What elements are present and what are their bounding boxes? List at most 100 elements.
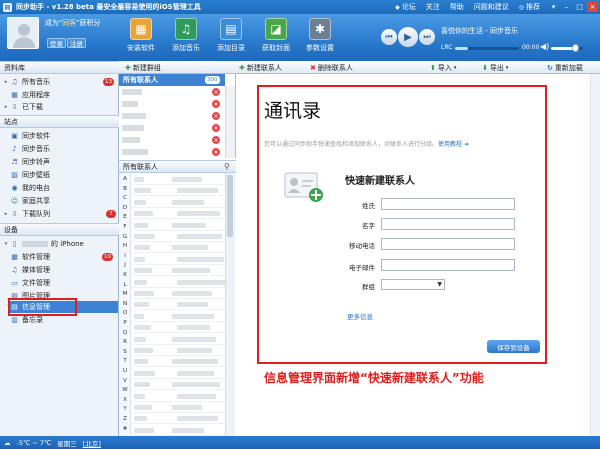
save-to-device-button[interactable]: 保存到设备	[487, 340, 540, 353]
alpha-index-V[interactable]: V	[119, 378, 131, 384]
alpha-index-F[interactable]: F	[119, 224, 131, 230]
more-info-link[interactable]: 更多信息	[347, 311, 373, 321]
remove-group-icon[interactable]: ×	[212, 136, 220, 144]
sidebar-item-family-share[interactable]: ☺ 家庭共享	[2, 195, 117, 207]
export-button[interactable]: ⬇ 导出 ▾	[482, 61, 508, 74]
recommend-link[interactable]: ◎ 推荐	[519, 2, 540, 12]
sidebar-item-apps[interactable]: ▦ 应用程序	[2, 89, 117, 101]
contact-row[interactable]	[132, 220, 225, 231]
contact-row[interactable]	[132, 391, 225, 402]
contact-row[interactable]	[132, 254, 225, 265]
alpha-index-K[interactable]: K	[119, 272, 131, 278]
contact-row[interactable]	[132, 402, 225, 413]
alpha-index-I[interactable]: I	[119, 253, 131, 259]
contact-row[interactable]	[132, 413, 225, 425]
contact-row[interactable]	[132, 425, 225, 436]
volume-knob[interactable]	[572, 44, 579, 52]
contact-row[interactable]	[132, 265, 225, 277]
group-row[interactable]: ×	[119, 110, 225, 122]
alpha-index-M[interactable]: M	[119, 291, 131, 297]
contacts-scroll-thumb[interactable]	[227, 175, 233, 237]
alpha-index-E[interactable]: E	[119, 214, 131, 220]
login-button[interactable]: 登录	[47, 38, 66, 48]
new-contact-button[interactable]: ✚ 新建联系人	[239, 61, 282, 74]
contact-row[interactable]	[132, 311, 225, 322]
alpha-index-N[interactable]: N	[119, 301, 131, 307]
group-row[interactable]: ×	[119, 146, 225, 158]
remove-group-icon[interactable]: ×	[212, 124, 220, 132]
alpha-index-#[interactable]: #	[119, 426, 131, 432]
alpha-index-X[interactable]: X	[119, 397, 131, 403]
play-icon[interactable]: ▶	[398, 27, 418, 47]
contact-row[interactable]	[132, 356, 225, 368]
alpha-index-L[interactable]: L	[119, 282, 131, 288]
alpha-index-S[interactable]: S	[119, 349, 131, 355]
sidebar-item-sync-music[interactable]: ♪ 同步音乐	[2, 143, 117, 155]
contact-row[interactable]	[132, 345, 225, 356]
group-row[interactable]: ×	[119, 122, 225, 134]
alpha-index-A[interactable]: A	[119, 176, 131, 182]
contact-row[interactable]	[132, 368, 225, 379]
alpha-index-G[interactable]: G	[119, 234, 131, 240]
city-link[interactable]: [北京]	[83, 438, 101, 448]
group-row[interactable]: ×	[119, 86, 225, 98]
contact-row[interactable]	[132, 185, 225, 197]
contact-row[interactable]	[132, 379, 225, 391]
contact-row[interactable]	[132, 197, 225, 208]
close-icon[interactable]: ×	[587, 2, 598, 12]
forum-link[interactable]: ◆ 论坛	[395, 2, 416, 12]
alpha-index-R[interactable]: R	[119, 339, 131, 345]
sidebar-item-download-queue[interactable]: ▸ ⇩ 下载队列	[2, 208, 117, 220]
group-select[interactable]: ▼	[381, 279, 445, 290]
contact-row[interactable]	[132, 334, 225, 345]
main-scrollbar[interactable]	[590, 74, 600, 436]
remove-group-icon[interactable]: ×	[212, 112, 220, 120]
import-button[interactable]: ⬆ 导入 ▾	[430, 61, 456, 74]
remove-group-icon[interactable]: ×	[212, 100, 220, 108]
remove-group-icon[interactable]: ×	[212, 148, 220, 156]
menu-icon[interactable]: ▾	[548, 2, 559, 12]
contact-row[interactable]	[132, 288, 225, 299]
contact-row[interactable]	[132, 231, 225, 242]
avatar[interactable]	[7, 17, 39, 49]
next-track-icon[interactable]: ⏭	[419, 29, 435, 45]
search-icon[interactable]: ⚲	[224, 162, 230, 171]
contact-row[interactable]	[132, 322, 225, 334]
alpha-index-P[interactable]: P	[119, 320, 131, 326]
firstname-input[interactable]	[381, 218, 515, 230]
alpha-index-U[interactable]: U	[119, 368, 131, 374]
minimize-icon[interactable]: –	[561, 2, 572, 12]
register-button[interactable]: 注册	[67, 38, 86, 48]
alpha-index-W[interactable]: W	[119, 387, 131, 393]
alpha-index-Z[interactable]: Z	[119, 416, 131, 422]
alpha-index-H[interactable]: H	[119, 243, 131, 249]
contact-row[interactable]	[132, 208, 225, 220]
alpha-index-B[interactable]: B	[119, 186, 131, 192]
remove-group-icon[interactable]: ×	[212, 88, 220, 96]
settings-button[interactable]: ✱ 参数设置	[294, 18, 346, 58]
sidebar-item-media-manage[interactable]: ♫ 媒体管理	[10, 264, 117, 276]
contact-row[interactable]	[132, 242, 225, 254]
group-row[interactable]: ×	[119, 134, 225, 146]
previous-track-icon[interactable]: ⏮	[381, 29, 397, 45]
alpha-index-Y[interactable]: Y	[119, 406, 131, 412]
alpha-index-J[interactable]: J	[119, 262, 131, 268]
tutorial-link[interactable]: 使用教程 ➜	[438, 141, 469, 148]
lyrics-toggle[interactable]: LRC	[441, 44, 452, 51]
feedback-link[interactable]: 问题和建议	[474, 2, 509, 12]
sidebar-item-all-music[interactable]: ▸ ♫ 所有音乐	[2, 76, 117, 88]
alpha-index-C[interactable]: C	[119, 195, 131, 201]
contact-row[interactable]	[132, 174, 225, 185]
sidebar-item-file-manage[interactable]: ▭ 文件管理	[10, 277, 117, 289]
follow-link[interactable]: 关注	[426, 2, 440, 12]
delete-contact-button[interactable]: ✖ 删除联系人	[310, 61, 353, 74]
contact-row[interactable]	[132, 299, 225, 311]
help-link[interactable]: 帮助	[450, 2, 464, 12]
group-scrollbar[interactable]	[225, 86, 235, 158]
alpha-index-T[interactable]: T	[119, 358, 131, 364]
sidebar-item-sync-ringtone[interactable]: ♬ 同步铃声	[2, 156, 117, 168]
group-row[interactable]: ×	[119, 98, 225, 110]
mobile-input[interactable]	[381, 238, 515, 250]
volume-icon[interactable]: ◀)	[540, 42, 549, 51]
email-input[interactable]	[381, 259, 515, 271]
